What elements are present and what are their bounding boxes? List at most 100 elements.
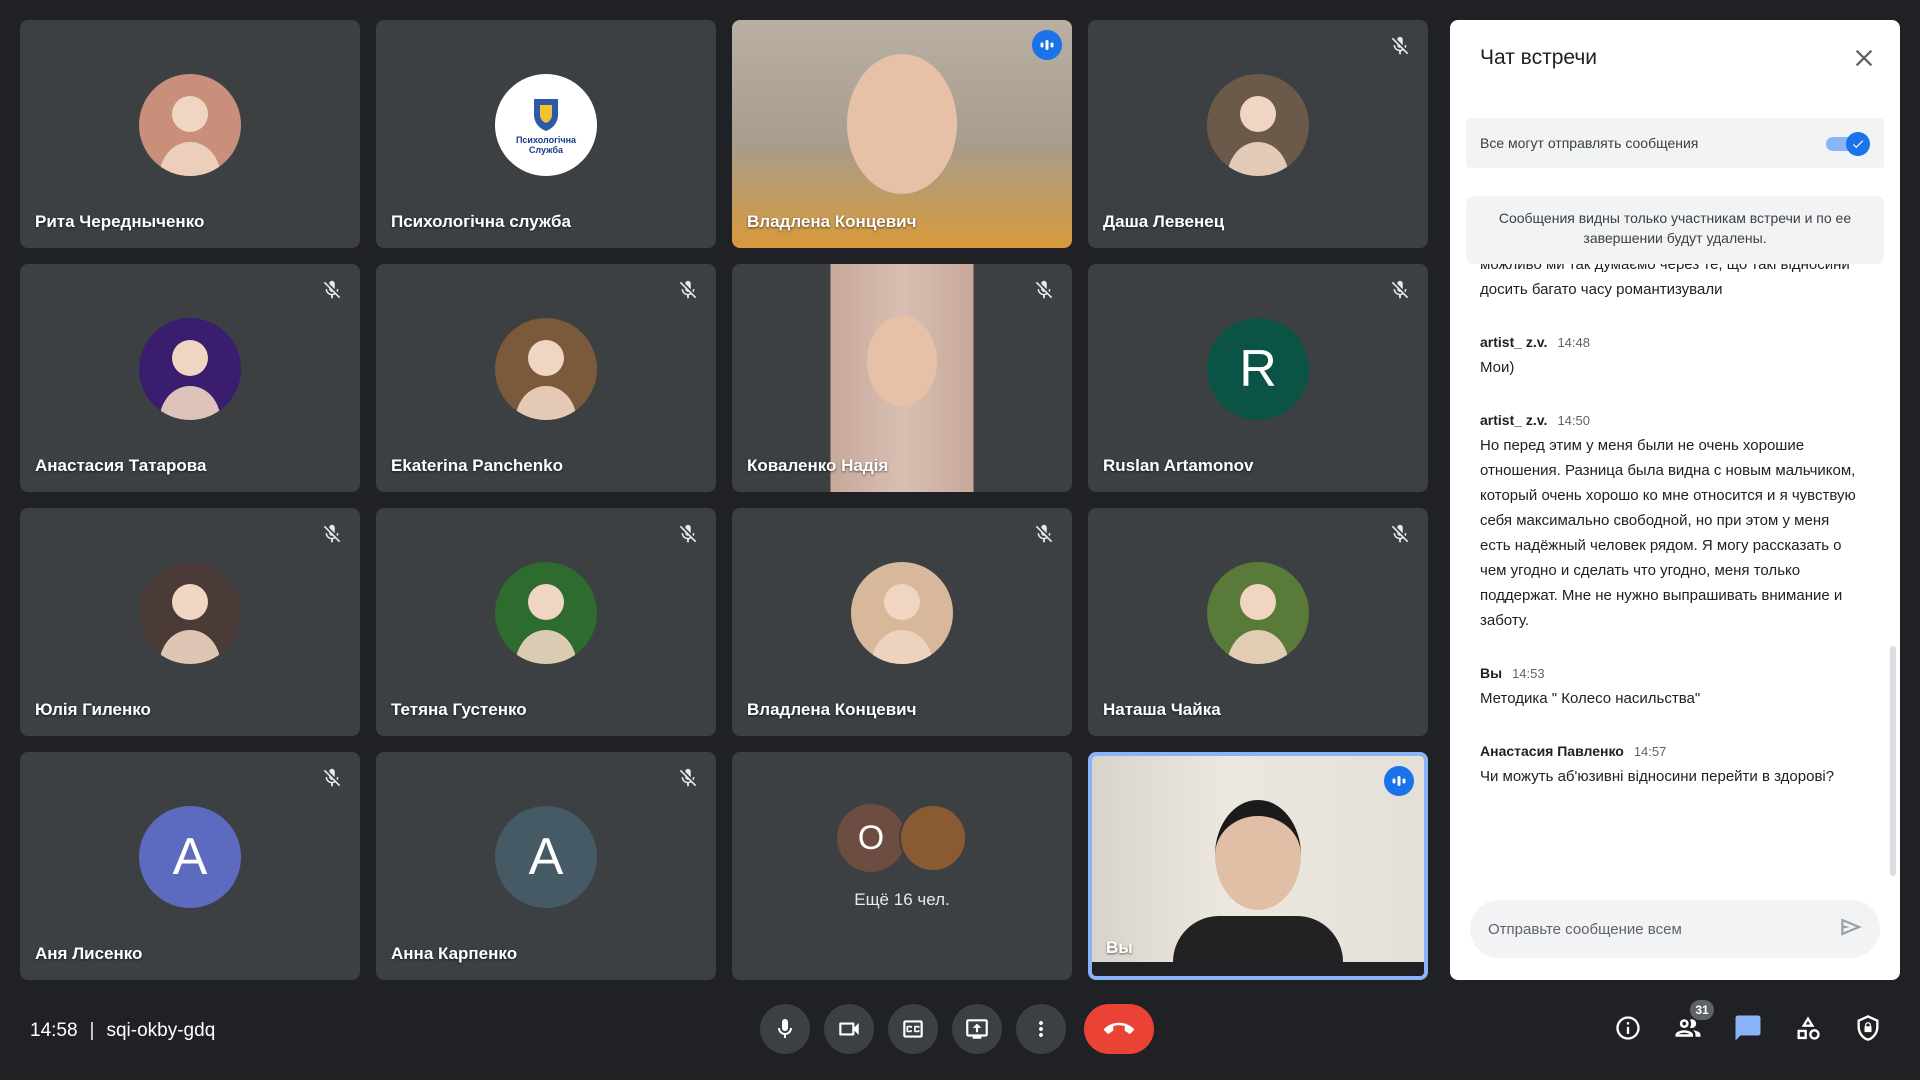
muted-indicator (674, 520, 702, 548)
message-time: 14:48 (1557, 335, 1590, 350)
avatar (899, 804, 967, 872)
chat-input-container (1470, 900, 1880, 958)
message-sender: artist_ z.v. (1480, 412, 1548, 428)
muted-indicator (1386, 32, 1414, 60)
microphone-button[interactable] (760, 1004, 810, 1054)
participant-tile[interactable]: Владлена Концевич (732, 508, 1072, 736)
mic-off-icon (679, 768, 697, 787)
host-controls-button[interactable] (1850, 1010, 1886, 1046)
chat-scrollbar[interactable] (1890, 646, 1896, 876)
avatar: О (837, 804, 905, 872)
captions-icon (903, 1020, 923, 1038)
camera-button[interactable] (824, 1004, 874, 1054)
mic-off-icon (1035, 524, 1053, 543)
message-sender: Вы (1480, 665, 1503, 681)
chat-message: artist_ z.v. 14:50 Но перед этим у меня бы… (1480, 410, 1862, 633)
avatar: R (1207, 318, 1309, 420)
check-icon (1852, 140, 1864, 149)
end-call-icon (1104, 1022, 1134, 1034)
avatar: А (495, 806, 597, 908)
meet-window: Рита Чередныченко Психологічна Служба Псих… (0, 0, 1920, 1080)
chat-message: Вы 14:53 Методика " Колесо насильства" (1480, 663, 1862, 711)
chat-button[interactable] (1730, 1010, 1766, 1046)
chat-permission-row: Все могут отправлять сообщения (1466, 118, 1884, 168)
muted-indicator (318, 520, 346, 548)
chat-panel: Чат встречи Все могут отправлять сообщен… (1450, 20, 1900, 980)
message-time: 14:53 (1512, 666, 1545, 681)
participant-name: Ekaterina Panchenko (391, 456, 563, 475)
participant-name: Коваленко Надія (747, 456, 889, 475)
more-participants-label: Ещё 16 чел. (854, 890, 950, 909)
speaking-indicator-icon (1392, 776, 1406, 786)
more-options-button[interactable] (1016, 1004, 1066, 1054)
speaking-indicator-icon (1040, 40, 1054, 50)
participant-name: Психологічна служба (391, 212, 571, 231)
message-time: 14:50 (1557, 413, 1590, 428)
close-chat-button[interactable] (1850, 44, 1878, 72)
mic-off-icon (323, 280, 341, 299)
participant-face (847, 54, 957, 194)
send-button[interactable] (1838, 914, 1864, 945)
present-screen-button[interactable] (952, 1004, 1002, 1054)
captions-button[interactable] (888, 1004, 938, 1054)
participant-name: Анна Карпенко (391, 944, 518, 963)
participant-tile[interactable]: Рита Чередныченко (20, 20, 360, 248)
muted-indicator (1386, 276, 1414, 304)
participant-tile[interactable]: R Ruslan Artamonov (1088, 264, 1428, 492)
participant-tile[interactable]: Ekaterina Panchenko (376, 264, 716, 492)
participant-tile[interactable]: Тетяна Густенко (376, 508, 716, 736)
muted-indicator (674, 764, 702, 792)
people-button[interactable]: 31 (1670, 1000, 1714, 1046)
self-video-tile[interactable]: Вы (1088, 752, 1428, 980)
emblem-icon (534, 99, 558, 131)
participant-tile[interactable]: Наташа Чайка (1088, 508, 1428, 736)
self-face (1215, 800, 1301, 910)
mic-off-icon (1391, 36, 1409, 55)
message-text: Чи можуть аб'юзивні відносини перейти в … (1480, 768, 1835, 785)
close-icon (1855, 49, 1873, 67)
microphone-icon (778, 1019, 792, 1038)
chat-message-input[interactable] (1488, 920, 1838, 938)
participant-tile[interactable]: Коваленко Надія (732, 264, 1072, 492)
participant-tile[interactable]: А Анна Карпенко (376, 752, 716, 980)
chat-permission-label: Все могут отправлять сообщения (1480, 135, 1699, 151)
participant-name: Аня Лисенко (35, 944, 143, 963)
participant-name: Анастасия Татарова (35, 456, 207, 475)
participant-name: Даша Левенец (1103, 212, 1225, 231)
participant-tile[interactable]: Психологічна Служба Психологічна служба (376, 20, 716, 248)
bottom-toolbar: 14:58 | sqi-okby-gdq 31 (0, 980, 1920, 1080)
message-text: Методика " Колесо насильства" (1480, 690, 1701, 707)
participant-tile[interactable]: Юлія Гиленко (20, 508, 360, 736)
speaking-indicator (1384, 766, 1414, 796)
chat-messages: можливо ми так думаємо через те, що такі… (1450, 264, 1900, 894)
avatar (495, 318, 597, 420)
activities-icon (1797, 1016, 1820, 1040)
muted-indicator (318, 764, 346, 792)
chat-permission-toggle[interactable] (1826, 131, 1870, 156)
participant-name: Наташа Чайка (1103, 700, 1221, 719)
participant-name: Владлена Концевич (747, 700, 917, 719)
meeting-details-button[interactable] (1610, 1010, 1646, 1046)
self-shoulders (1173, 916, 1343, 962)
participant-name: Рита Чередныченко (35, 212, 205, 231)
message-text: Мои) (1480, 359, 1515, 376)
mic-off-icon (1391, 524, 1409, 543)
muted-indicator (674, 276, 702, 304)
participant-tile[interactable]: Анастасия Татарова (20, 264, 360, 492)
more-participants-tile[interactable]: О Ещё 16 чел. (732, 752, 1072, 980)
end-call-button[interactable] (1084, 1004, 1154, 1054)
info-icon (1616, 1016, 1640, 1040)
participant-name: Владлена Концевич (747, 212, 917, 231)
chat-notice: Сообщения видны только участникам встреч… (1466, 196, 1884, 264)
meeting-time: 14:58 (30, 1020, 78, 1041)
participant-tile[interactable]: Даша Левенец (1088, 20, 1428, 248)
activities-button[interactable] (1790, 1010, 1826, 1046)
muted-indicator (1030, 276, 1058, 304)
message-sender: Анастасия Павленко (1480, 743, 1624, 759)
participant-tile[interactable]: Владлена Концевич (732, 20, 1072, 248)
shield-lock-icon (1857, 1015, 1879, 1041)
present-icon (966, 1019, 988, 1039)
self-name: Вы (1106, 938, 1133, 957)
participant-tile[interactable]: А Аня Лисенко (20, 752, 360, 980)
chat-message: artist_ z.v. 14:48 Мои) (1480, 332, 1862, 380)
